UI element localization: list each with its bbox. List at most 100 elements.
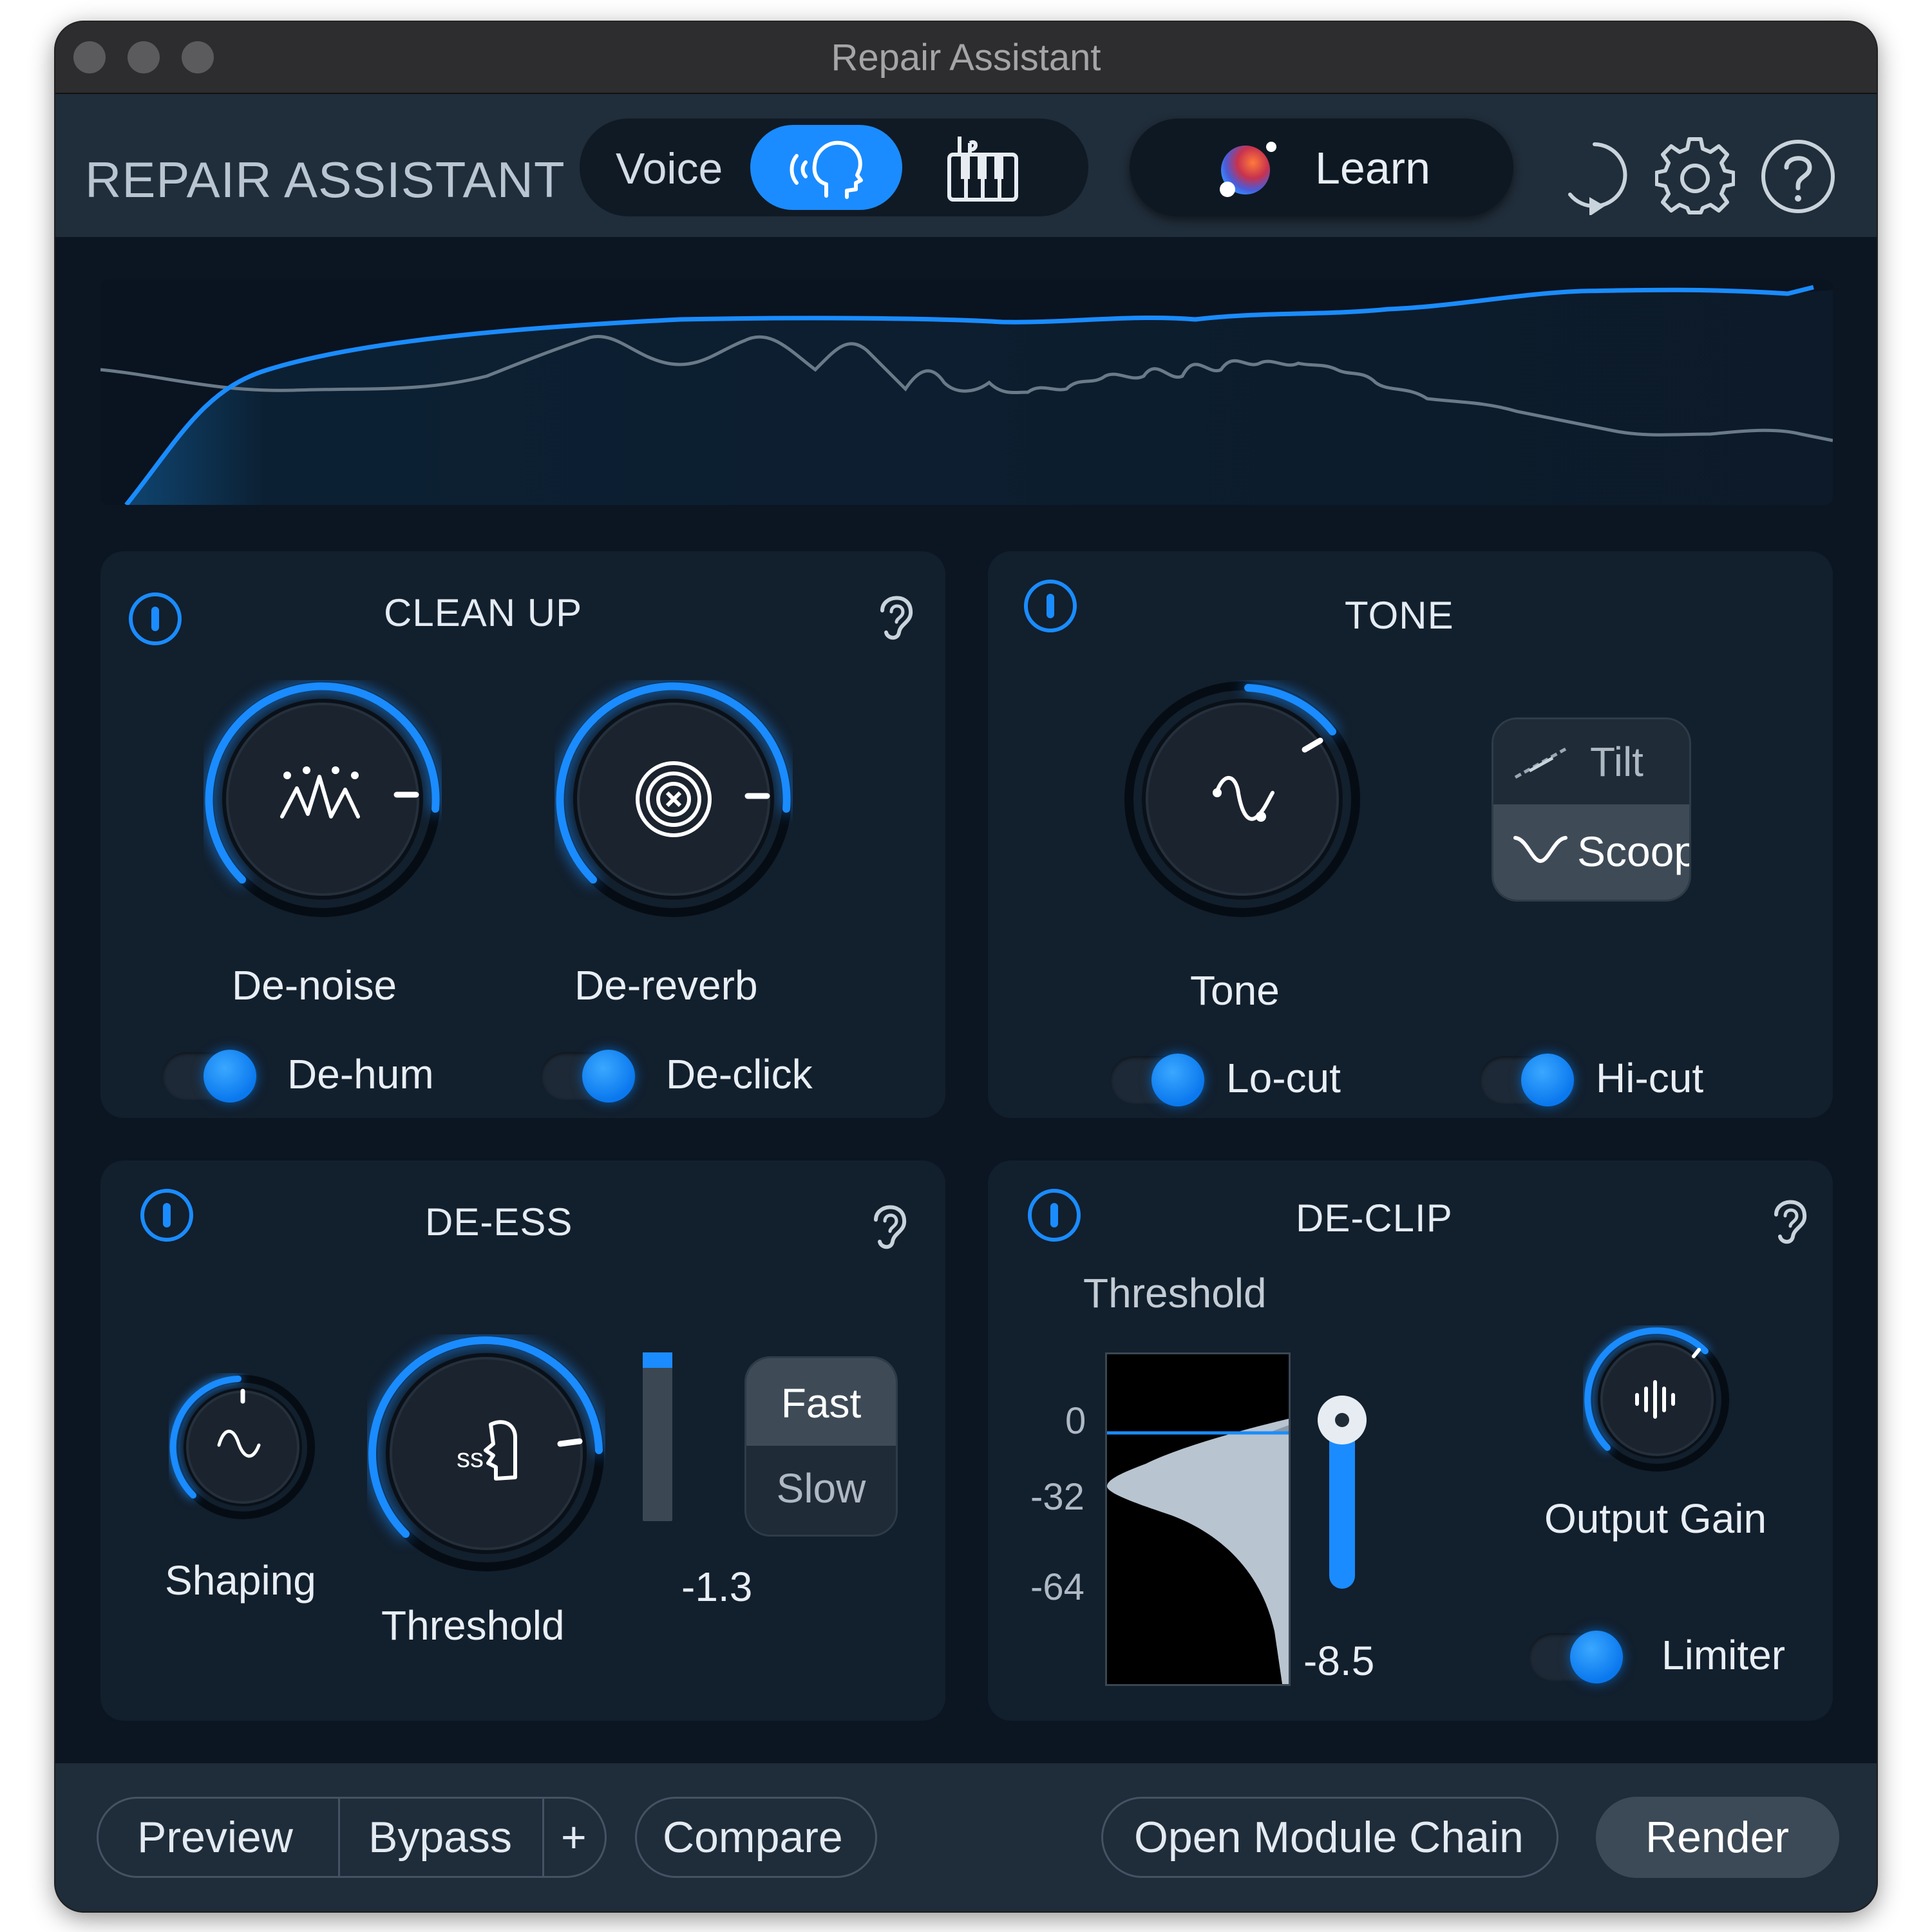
- bypass-label: Bypass: [368, 1813, 512, 1862]
- fast-option[interactable]: Fast: [746, 1358, 896, 1446]
- tilt-label: Tilt: [1590, 739, 1643, 785]
- voice-mode-button[interactable]: [750, 125, 902, 210]
- meter-level: [643, 1352, 672, 1368]
- open-module-chain-button[interactable]: Open Module Chain: [1101, 1797, 1558, 1878]
- de-clip-threshold-label: Threshold: [1083, 1270, 1267, 1316]
- speed-selector: Fast Slow: [744, 1356, 898, 1537]
- compare-label: Compare: [663, 1813, 843, 1862]
- limiter-toggle[interactable]: [1529, 1631, 1625, 1683]
- help-icon[interactable]: [1758, 137, 1838, 216]
- tone-title: TONE: [1345, 594, 1454, 637]
- limiter-label: Limiter: [1662, 1632, 1786, 1678]
- tone-shape-selector: Tilt Scoop: [1492, 717, 1691, 902]
- preview-bypass-group: Preview Bypass +: [97, 1797, 607, 1878]
- de-clip-panel: DE-CLIP Threshold 0 -32 -64 -8.5 Output …: [988, 1160, 1833, 1721]
- scale-minus-64: -64: [1030, 1566, 1084, 1608]
- de-ess-level-meter: [643, 1352, 672, 1521]
- toggle-knob: [204, 1050, 256, 1103]
- header: REPAIR ASSISTANT Voice Learn: [55, 94, 1877, 237]
- clip-histogram: [1105, 1352, 1291, 1686]
- toggle-knob: [582, 1050, 635, 1103]
- mode-label: Voice: [616, 144, 723, 193]
- output-gain-knob[interactable]: [1583, 1325, 1731, 1473]
- preview-button[interactable]: Preview: [99, 1799, 338, 1876]
- clip-threshold-slider[interactable]: [1318, 1396, 1367, 1589]
- clean-up-title: CLEAN UP: [384, 591, 583, 634]
- de-ess-meter-value: -1.3: [681, 1564, 753, 1610]
- open-module-chain-label: Open Module Chain: [1134, 1813, 1524, 1862]
- scoop-icon: [1513, 836, 1567, 864]
- clean-up-power-icon[interactable]: [126, 590, 184, 648]
- scoop-option[interactable]: Scoop: [1493, 804, 1689, 900]
- bypass-button[interactable]: Bypass: [340, 1799, 542, 1876]
- learn-label: Learn: [1315, 143, 1431, 193]
- tone-power-icon[interactable]: [1021, 577, 1079, 635]
- compare-button[interactable]: Compare: [635, 1797, 877, 1878]
- toggle-knob: [1151, 1054, 1204, 1106]
- slow-option[interactable]: Slow: [746, 1446, 896, 1535]
- reverb-icon: [636, 761, 712, 837]
- hi-cut-toggle[interactable]: [1480, 1054, 1577, 1106]
- scale-minus-32: -32: [1030, 1476, 1084, 1518]
- title-bar: Repair Assistant: [55, 22, 1877, 94]
- lo-cut-toggle[interactable]: [1110, 1054, 1207, 1106]
- shaping-label: Shaping: [165, 1557, 316, 1604]
- tone-label: Tone: [1190, 967, 1280, 1014]
- output-gain-label: Output Gain: [1544, 1495, 1767, 1542]
- scale-0: 0: [1065, 1400, 1086, 1442]
- bottom-bar: Preview Bypass + Compare Open Module Cha…: [55, 1763, 1877, 1911]
- clean-up-panel: CLEAN UP De-noise De-reverb De-hum De-cl…: [100, 551, 945, 1118]
- hi-cut-label: Hi-cut: [1596, 1055, 1704, 1101]
- app-window: Repair Assistant REPAIR ASSISTANT Voice: [55, 22, 1877, 1911]
- gear-icon[interactable]: [1655, 137, 1735, 216]
- piano-icon: [947, 137, 1018, 202]
- music-mode-button[interactable]: [940, 130, 1024, 211]
- de-noise-knob[interactable]: [204, 680, 442, 918]
- tone-panel: TONE Tone Tilt Scoop Lo-cut Hi-cut: [988, 551, 1833, 1118]
- slow-label: Slow: [776, 1465, 866, 1511]
- de-noise-label: De-noise: [232, 962, 397, 1009]
- de-clip-title: DE-CLIP: [1296, 1197, 1453, 1240]
- tilt-option[interactable]: Tilt: [1493, 719, 1689, 804]
- voice-head-icon: [790, 140, 863, 199]
- de-ess-title: DE-ESS: [425, 1200, 573, 1244]
- de-click-toggle[interactable]: [541, 1050, 638, 1103]
- de-ess-panel: DE-ESS Shaping ss Threshold -1.3 Fast Sl…: [100, 1160, 945, 1721]
- scoop-label: Scoop: [1577, 828, 1691, 875]
- toggle-knob: [1521, 1054, 1574, 1106]
- fast-label: Fast: [781, 1380, 862, 1426]
- window-title: Repair Assistant: [831, 37, 1101, 79]
- svg-text:ss: ss: [457, 1443, 484, 1473]
- de-click-label: De-click: [666, 1051, 813, 1097]
- de-clip-power-icon[interactable]: [1025, 1186, 1083, 1244]
- de-ess-listen-icon[interactable]: [867, 1194, 912, 1252]
- de-clip-listen-icon[interactable]: [1767, 1189, 1812, 1247]
- de-hum-toggle[interactable]: [162, 1050, 259, 1103]
- preview-label: Preview: [137, 1813, 293, 1862]
- slider-thumb-center: [1335, 1413, 1349, 1427]
- de-ess-threshold-label: Threshold: [381, 1602, 565, 1649]
- plus-label: +: [561, 1813, 587, 1862]
- de-reverb-knob[interactable]: [554, 680, 793, 918]
- spectrum-display: [100, 279, 1833, 505]
- de-hum-label: De-hum: [287, 1051, 434, 1097]
- de-reverb-label: De-reverb: [574, 962, 758, 1009]
- lo-cut-label: Lo-cut: [1226, 1055, 1341, 1101]
- learn-button[interactable]: Learn: [1130, 118, 1513, 216]
- tilt-icon: [1514, 747, 1567, 779]
- clip-threshold-value: -8.5: [1303, 1638, 1375, 1684]
- brand-title: REPAIR ASSISTANT: [85, 151, 565, 208]
- clean-up-listen-icon[interactable]: [873, 585, 918, 643]
- toggle-knob: [1570, 1631, 1623, 1683]
- render-label: Render: [1645, 1813, 1790, 1862]
- render-button[interactable]: Render: [1596, 1797, 1839, 1878]
- mode-selector: Voice: [580, 118, 1088, 216]
- de-ess-power-icon[interactable]: [138, 1186, 196, 1244]
- tone-knob[interactable]: [1123, 680, 1361, 918]
- slider-thumb[interactable]: [1318, 1396, 1367, 1444]
- history-icon[interactable]: [1556, 138, 1633, 215]
- de-ess-threshold-knob[interactable]: ss: [367, 1334, 605, 1573]
- learn-orb-icon: [1220, 142, 1276, 197]
- shaping-knob[interactable]: [169, 1373, 317, 1521]
- add-bypass-button[interactable]: +: [544, 1799, 605, 1876]
